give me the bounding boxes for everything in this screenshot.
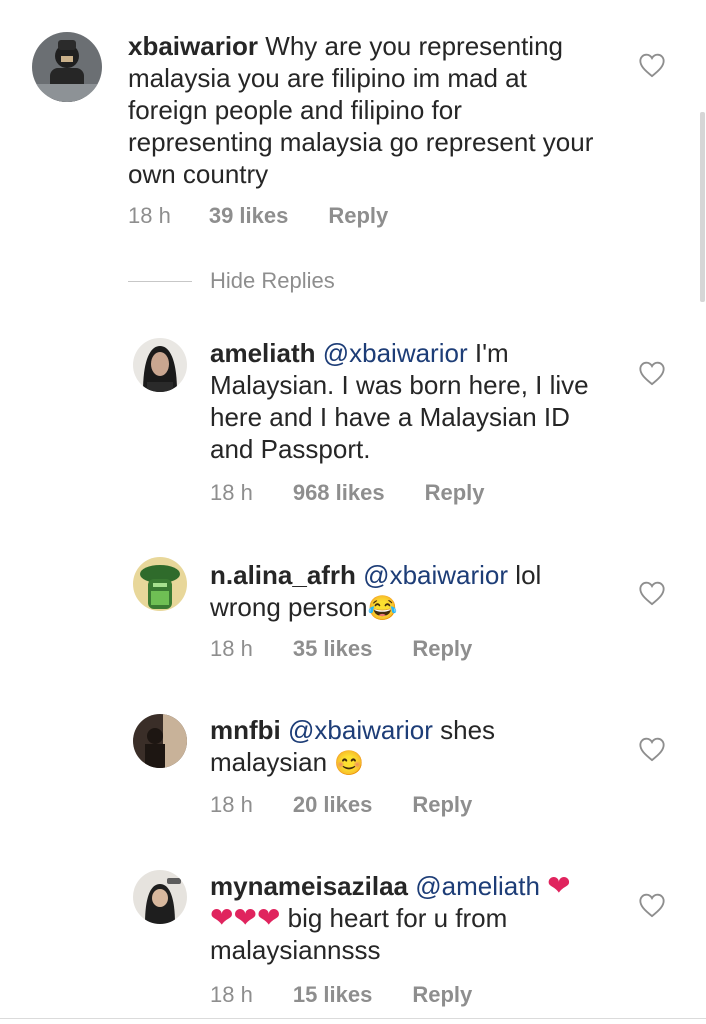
- heart-outline-icon: [639, 893, 665, 918]
- mention-link[interactable]: @xbaiwarior: [288, 715, 433, 745]
- comment-username[interactable]: mynameisazilaa: [210, 871, 408, 901]
- reply-button[interactable]: Reply: [412, 792, 472, 818]
- red-heart-emoji-icon: ❤: [233, 902, 257, 933]
- avatar[interactable]: [133, 338, 187, 392]
- smile-emoji-icon: 😊: [334, 750, 365, 777]
- like-button[interactable]: [638, 360, 666, 386]
- likes-count[interactable]: 35 likes: [293, 636, 373, 662]
- mention-link[interactable]: @xbaiwarior: [363, 560, 508, 590]
- comment-meta: 18 h 39 likes Reply: [128, 203, 388, 229]
- comment-username[interactable]: ameliath: [210, 338, 316, 368]
- avatar[interactable]: [133, 870, 187, 924]
- reply-button[interactable]: Reply: [328, 203, 388, 229]
- like-button[interactable]: [638, 52, 666, 78]
- avatar[interactable]: [32, 32, 102, 102]
- joy-emoji-icon: 😂: [367, 595, 398, 622]
- avatar[interactable]: [133, 714, 187, 768]
- comment-text: n.alina_afrh @xbaiwarior lol wrong perso…: [210, 559, 590, 623]
- comment-meta: 18 h 20 likes Reply: [210, 792, 472, 818]
- heart-outline-icon: [639, 737, 665, 762]
- comment-meta: 18 h 35 likes Reply: [210, 636, 472, 662]
- comment-time: 18 h: [210, 636, 253, 661]
- likes-count[interactable]: 968 likes: [293, 480, 385, 506]
- comment-username[interactable]: xbaiwarior: [128, 31, 258, 61]
- comment-time: 18 h: [210, 792, 253, 817]
- heart-outline-icon: [639, 361, 665, 386]
- reply-button[interactable]: Reply: [412, 982, 472, 1008]
- red-heart-emoji-icon: ❤: [210, 902, 234, 933]
- comment-time: 18 h: [210, 480, 253, 505]
- comment-text: mnfbi @xbaiwarior shes malaysian 😊: [210, 714, 590, 778]
- like-button[interactable]: [638, 736, 666, 762]
- hide-replies-label: Hide Replies: [210, 268, 335, 293]
- reply-button[interactable]: Reply: [425, 480, 485, 506]
- comment-text: xbaiwarior Why are you representing mala…: [128, 30, 598, 190]
- like-button[interactable]: [638, 580, 666, 606]
- avatar[interactable]: [133, 557, 187, 611]
- comment-username[interactable]: mnfbi: [210, 715, 281, 745]
- divider: [128, 280, 192, 282]
- likes-count[interactable]: 39 likes: [209, 203, 289, 229]
- comment-time: 18 h: [210, 982, 253, 1007]
- heart-outline-icon: [639, 53, 665, 78]
- likes-count[interactable]: 15 likes: [293, 982, 373, 1008]
- comment-time: 18 h: [128, 203, 171, 228]
- likes-count[interactable]: 20 likes: [293, 792, 373, 818]
- hide-replies-button[interactable]: Hide Replies: [128, 268, 335, 294]
- reply-button[interactable]: Reply: [412, 636, 472, 662]
- heart-outline-icon: [639, 581, 665, 606]
- comment-text: mynameisazilaa @ameliath ❤ ❤❤❤ big heart…: [210, 870, 610, 966]
- comment-meta: 18 h 968 likes Reply: [210, 480, 485, 506]
- scrollbar[interactable]: [700, 112, 705, 302]
- mention-link[interactable]: @xbaiwarior: [323, 338, 468, 368]
- comment-text: ameliath @xbaiwarior I'm Malaysian. I wa…: [210, 337, 610, 465]
- comment-username[interactable]: n.alina_afrh: [210, 560, 356, 590]
- red-heart-emoji-icon: ❤: [256, 902, 281, 933]
- like-button[interactable]: [638, 892, 666, 918]
- red-heart-emoji-icon: ❤: [547, 870, 571, 901]
- comment-meta: 18 h 15 likes Reply: [210, 982, 472, 1008]
- divider: [0, 1018, 706, 1019]
- mention-link[interactable]: @ameliath: [415, 871, 540, 901]
